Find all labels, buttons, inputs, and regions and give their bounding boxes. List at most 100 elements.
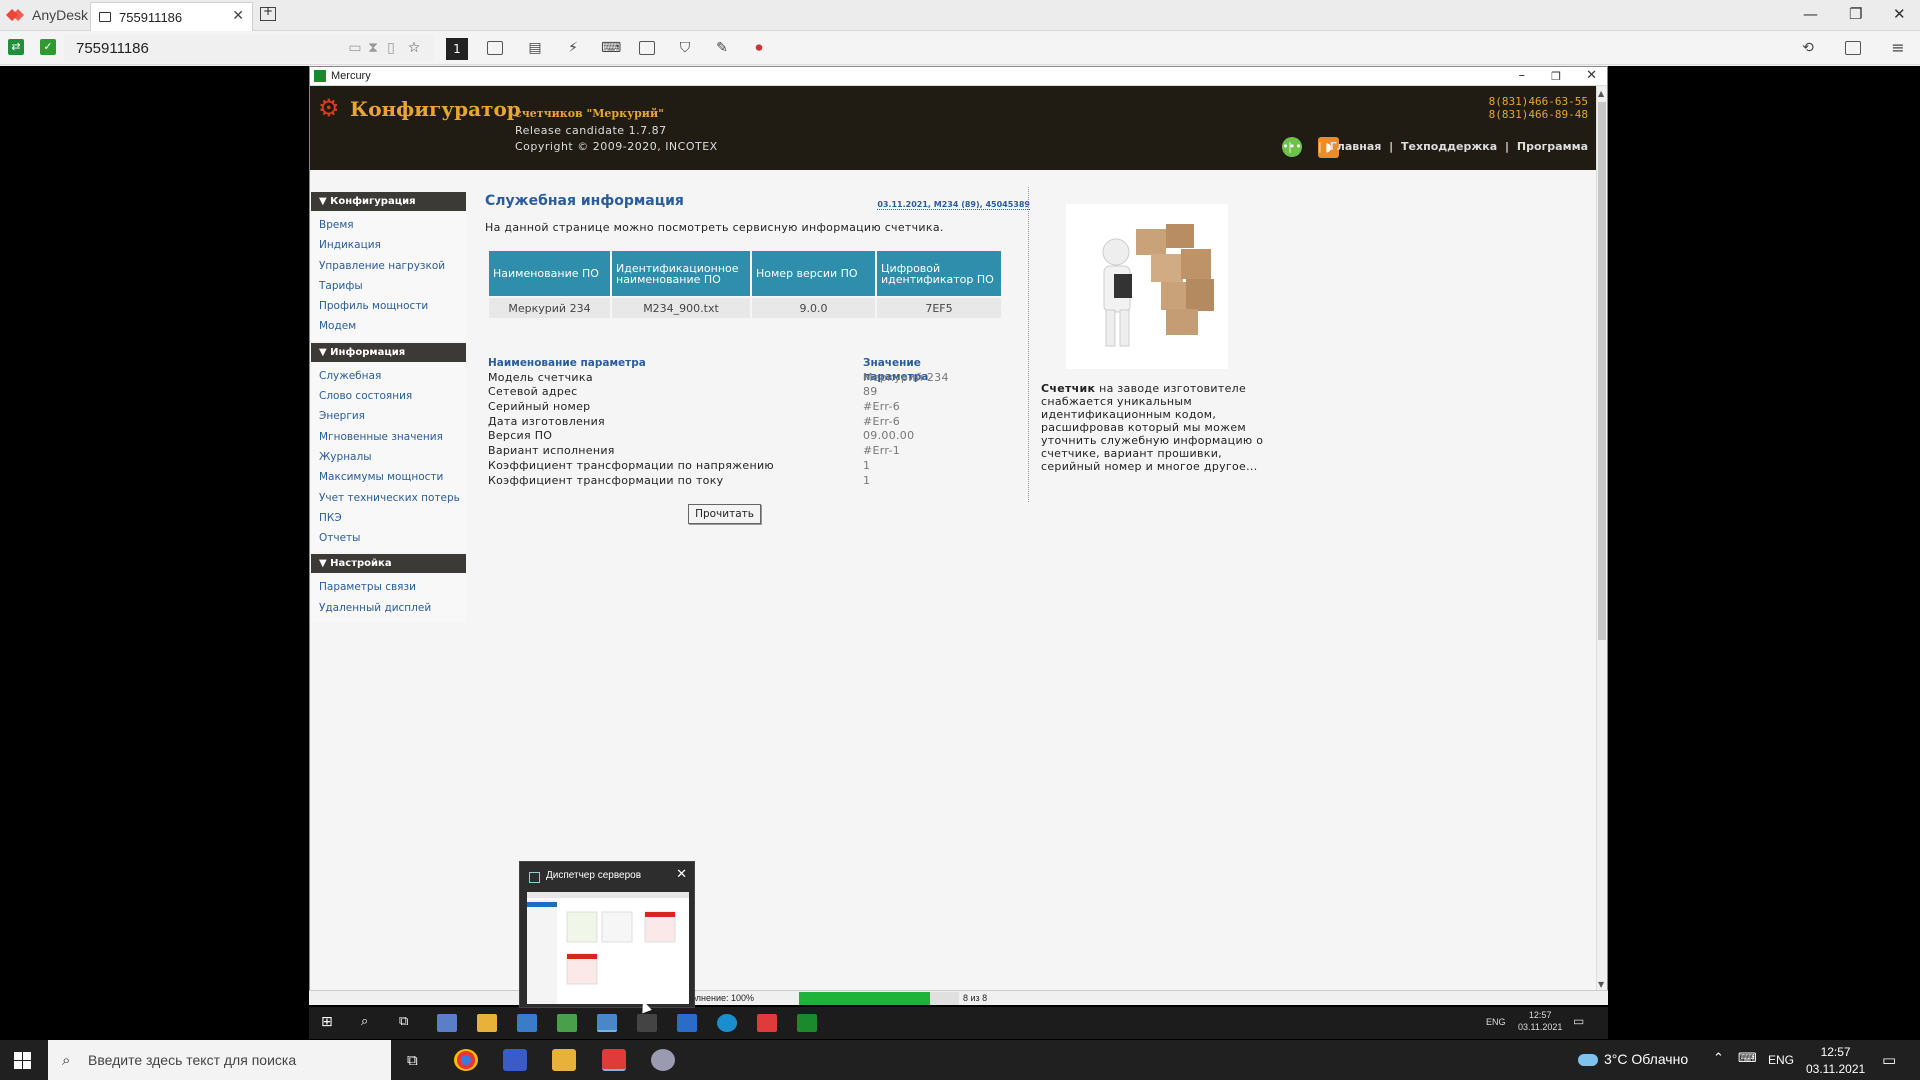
sidebar-item-status-word[interactable]: Слово состояния — [311, 386, 466, 406]
paint-app-icon[interactable] — [651, 1049, 675, 1071]
preview-title: Диспетчер серверов — [546, 870, 642, 881]
mercury-app-icon — [314, 70, 326, 82]
record-icon[interactable]: ⏺ — [750, 39, 768, 57]
history-icon[interactable]: ⟲ — [1799, 39, 1817, 57]
clipboard-icon[interactable]: ▯ — [382, 39, 400, 57]
preview-close-icon[interactable]: ✕ — [676, 867, 687, 882]
sidebar-item-remote-display[interactable]: Удаленный дисплей — [311, 598, 466, 618]
sidebar-item-indication[interactable]: Индикация — [311, 235, 466, 255]
remote-edge-icon[interactable] — [717, 1014, 737, 1032]
sidebar-item-connection-params[interactable]: Параметры связи — [311, 577, 466, 597]
remote-notification-icon[interactable]: ▭ — [1573, 1014, 1593, 1032]
scroll-down-icon[interactable]: ▼ — [1598, 980, 1604, 989]
scroll-thumb[interactable] — [1598, 102, 1606, 640]
sidebar-item-time[interactable]: Время — [311, 215, 466, 235]
star-icon[interactable]: ☆ — [405, 39, 423, 57]
display-icon[interactable] — [639, 41, 655, 55]
sidebar-item-power-profile[interactable]: Профиль мощности — [311, 296, 466, 316]
permissions-icon[interactable]: ⛉ — [676, 39, 694, 57]
software-table: Наименование ПО Идентификационное наимен… — [487, 249, 1003, 320]
param-name: Коэффициент трансформации по току — [488, 473, 724, 487]
remote-app-icon[interactable] — [517, 1014, 537, 1032]
hourglass-icon[interactable]: ⧗ — [364, 39, 382, 57]
tray-chevron-icon[interactable]: ⌃ — [1713, 1051, 1724, 1066]
keyboard-tray-icon[interactable]: ⌨ — [1738, 1051, 1757, 1066]
copyright-label: Copyright © 2009-2020, INCOTEX — [515, 140, 718, 153]
windows-start-icon[interactable] — [14, 1052, 31, 1069]
sidebar-item-pke[interactable]: ПКЭ — [311, 508, 466, 528]
download-icon[interactable] — [1845, 41, 1861, 55]
remote-lang[interactable]: ENG — [1486, 1017, 1506, 1027]
vertical-scrollbar[interactable]: ▲ ▼ — [1596, 86, 1607, 992]
mercury-restore-button[interactable]: ❐ — [1551, 70, 1561, 83]
keyboard-icon[interactable]: ⌨ — [601, 39, 621, 57]
chat-icon[interactable]: ▭ — [346, 39, 364, 57]
table-header-row: Наименование ПО Идентификационное наимен… — [489, 251, 1001, 296]
sidebar-item-power-maximums[interactable]: Максимумы мощности — [311, 467, 466, 487]
table-row: Меркурий 234 M234_900.txt 9.0.0 7EF5 — [489, 298, 1001, 318]
task-view-icon[interactable]: ⧉ — [407, 1051, 418, 1069]
remote-clock[interactable]: 12:57 03.11.2021 — [1518, 1009, 1562, 1033]
sidebar-item-tech-losses[interactable]: Учет технических потерь — [311, 488, 466, 508]
sidebar-section-config[interactable]: ▼ Конфигурация — [311, 192, 466, 211]
restore-button[interactable]: ❐ — [1849, 5, 1862, 23]
anydesk-taskbar-icon[interactable] — [602, 1049, 626, 1071]
weather-widget[interactable]: 3°C Облачно — [1578, 1051, 1688, 1067]
close-button[interactable]: ✕ — [1893, 5, 1906, 23]
sidebar-item-service[interactable]: Служебная — [311, 366, 466, 386]
file-explorer-icon[interactable] — [552, 1049, 576, 1071]
gear-logo-icon: ⚙ — [318, 94, 340, 122]
remote-app-icon[interactable] — [637, 1014, 657, 1032]
list-item: Версия ПО 09.00.00 — [488, 429, 988, 444]
progress-bar — [799, 992, 959, 1005]
remote-search-icon[interactable]: ⌕ — [361, 1014, 381, 1032]
notification-icon[interactable]: ▭ — [1882, 1051, 1896, 1069]
sidebar-item-load-control[interactable]: Управление нагрузкой — [311, 256, 466, 276]
clock[interactable]: 12:57 03.11.2021 — [1806, 1044, 1865, 1078]
language-indicator[interactable]: ENG — [1768, 1053, 1794, 1067]
new-tab-button[interactable] — [260, 4, 276, 21]
mercury-minimize-button[interactable]: – — [1519, 68, 1526, 83]
sidebar-item-journals[interactable]: Журналы — [311, 447, 466, 467]
nav-link-support[interactable]: Техподдержка — [1401, 140, 1497, 153]
minimize-button[interactable]: — — [1803, 5, 1818, 23]
save-app-icon[interactable] — [503, 1049, 527, 1071]
scroll-up-icon[interactable]: ▲ — [1598, 89, 1604, 98]
close-tab-icon[interactable]: ✕ — [232, 8, 244, 24]
monitor-1-button[interactable]: 1 — [446, 38, 468, 60]
sidebar-item-tariffs[interactable]: Тарифы — [311, 276, 466, 296]
tab-session[interactable]: 755911186 ✕ — [90, 2, 253, 31]
remote-server-manager-icon[interactable] — [597, 1014, 617, 1032]
remote-app-icon[interactable] — [557, 1014, 577, 1032]
remote-folder-icon[interactable] — [477, 1014, 497, 1032]
connection-icon[interactable]: ⇄ — [8, 39, 24, 55]
remote-start-icon[interactable]: ⊞ — [321, 1014, 341, 1032]
sidebar-item-instant-values[interactable]: Мгновенные значения — [311, 427, 466, 447]
mercury-titlebar: Mercury – ❐ ✕ — [310, 67, 1607, 86]
remote-taskview-icon[interactable]: ⧉ — [399, 1014, 419, 1032]
menu-icon[interactable]: ≡ — [1889, 39, 1907, 57]
sidebar-section-settings[interactable]: ▼ Настройка — [311, 554, 466, 574]
table-cell: Меркурий 234 — [489, 298, 610, 318]
nav-link-home[interactable]: Главная — [1330, 140, 1382, 153]
actions-icon[interactable]: ⚡ — [564, 39, 582, 57]
sidebar-item-energy[interactable]: Энергия — [311, 406, 466, 426]
server-manager-preview[interactable]: Диспетчер серверов ✕ — [519, 861, 695, 1008]
taskbar-search[interactable]: ⌕ Введите здесь текст для поиска — [48, 1040, 391, 1080]
sidebar-item-modem[interactable]: Модем — [311, 316, 466, 336]
nav-link-program[interactable]: Программа — [1517, 140, 1588, 153]
remote-anydesk-icon[interactable] — [757, 1014, 777, 1032]
chrome-icon[interactable] — [454, 1049, 478, 1071]
remote-app-icon[interactable] — [437, 1014, 457, 1032]
param-value: 1 — [863, 458, 871, 472]
file-transfer-icon[interactable] — [487, 41, 503, 55]
mercury-close-button[interactable]: ✕ — [1586, 68, 1597, 83]
chat-toolbar-icon[interactable]: ▤ — [526, 39, 544, 57]
sidebar-section-info[interactable]: ▼ Информация — [311, 342, 466, 362]
remote-app-icon[interactable] — [677, 1014, 697, 1032]
read-button[interactable]: Прочитать — [688, 504, 761, 524]
nav-separator: | — [1505, 140, 1510, 153]
whiteboard-icon[interactable]: ✎ — [713, 39, 731, 57]
sidebar-item-reports[interactable]: Отчеты — [311, 528, 466, 548]
remote-mercury-icon[interactable] — [797, 1014, 817, 1032]
